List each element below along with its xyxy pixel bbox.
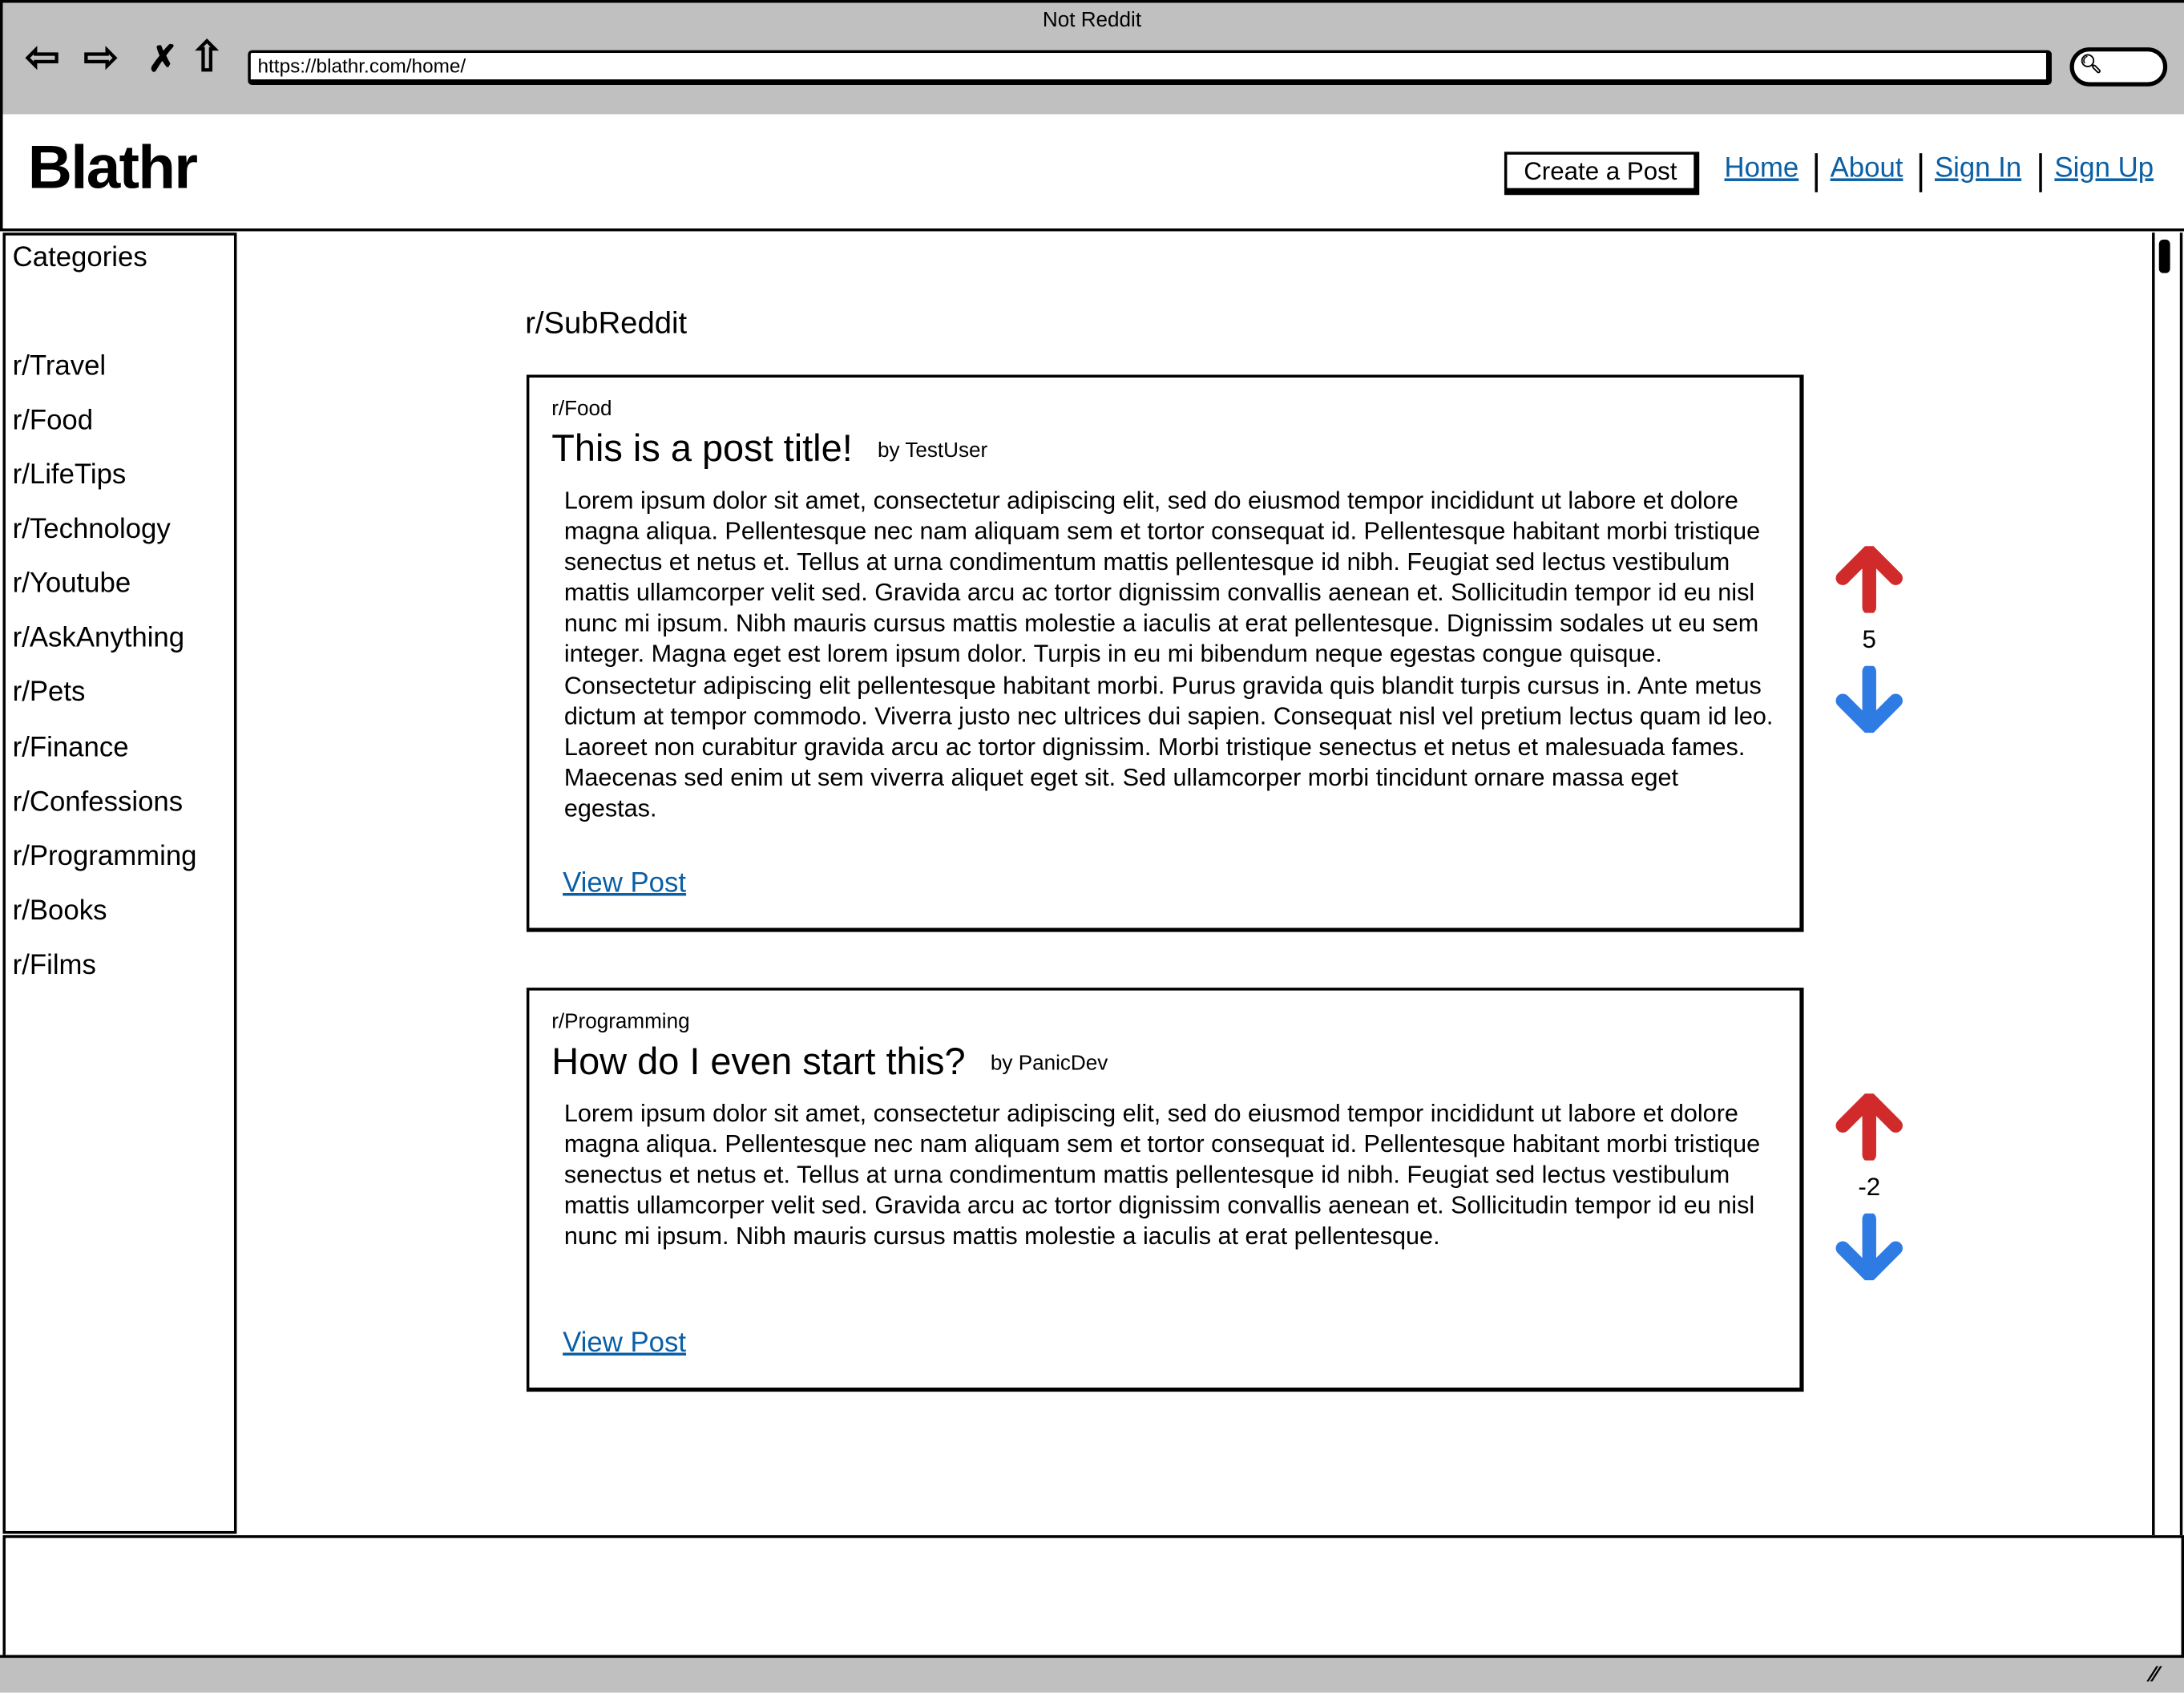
nav-divider bbox=[1815, 153, 1818, 192]
downvote-arrow-icon[interactable] bbox=[1835, 1213, 1904, 1281]
post-author: by PanicDev bbox=[990, 1052, 1108, 1077]
resize-grip-icon[interactable]: ⁄⁄ bbox=[2150, 1663, 2158, 1688]
site-logo[interactable]: Blathr bbox=[28, 134, 198, 204]
browser-status-bar bbox=[0, 1655, 2184, 1693]
close-x-icon[interactable]: ✗ bbox=[147, 36, 178, 81]
post-body: Lorem ipsum dolor sit amet, consectetur … bbox=[563, 1099, 1761, 1251]
back-arrow-icon[interactable]: ⇦ bbox=[25, 35, 60, 81]
sidebar-item-askanything[interactable]: r/AskAnything bbox=[13, 623, 184, 655]
post-card: r/Food This is a post title! by TestUser … bbox=[526, 374, 1804, 932]
sidebar-item-food[interactable]: r/Food bbox=[13, 406, 93, 438]
vote-score: -2 bbox=[1858, 1173, 1881, 1202]
downvote-arrow-icon[interactable] bbox=[1835, 665, 1904, 733]
sidebar-item-books[interactable]: r/Books bbox=[13, 895, 107, 927]
forward-arrow-icon[interactable]: ⇨ bbox=[83, 35, 119, 81]
view-post-link[interactable]: View Post bbox=[563, 868, 686, 900]
sidebar-item-films[interactable]: r/Films bbox=[13, 950, 96, 982]
post-body: Lorem ipsum dolor sit amet, consectetur … bbox=[563, 486, 1774, 822]
post-author: by TestUser bbox=[878, 439, 988, 463]
nav-divider bbox=[1919, 153, 1923, 192]
sidebar-item-programming[interactable]: r/Programming bbox=[13, 842, 197, 874]
scrollbar-thumb[interactable] bbox=[2158, 239, 2170, 273]
nav-divider bbox=[2039, 153, 2042, 192]
sidebar-item-confessions[interactable]: r/Confessions bbox=[13, 787, 184, 819]
sidebar-item-pets[interactable]: r/Pets bbox=[13, 677, 86, 709]
post-title[interactable]: This is a post title! bbox=[551, 428, 853, 470]
url-bar[interactable]: https://blathr.com/home/ bbox=[248, 50, 2052, 86]
nav-link-sign-up[interactable]: Sign Up bbox=[2054, 153, 2154, 185]
vote-widget: 5 bbox=[1833, 546, 1905, 733]
sidebar-item-finance[interactable]: r/Finance bbox=[13, 733, 129, 765]
page-footer bbox=[2, 1535, 2184, 1659]
search-button[interactable]: 🔍︎ bbox=[2069, 47, 2168, 87]
categories-title: Categories bbox=[12, 242, 147, 273]
vote-score: 5 bbox=[1862, 625, 1876, 654]
nav-link-sign-in[interactable]: Sign In bbox=[1935, 153, 2021, 185]
nav-link-about[interactable]: About bbox=[1831, 153, 1903, 185]
sidebar-item-travel[interactable]: r/Travel bbox=[13, 351, 107, 383]
post-subreddit[interactable]: r/Programming bbox=[551, 1010, 689, 1034]
vertical-scrollbar[interactable] bbox=[2152, 232, 2183, 1536]
window-title: Not Reddit bbox=[1042, 8, 1142, 32]
post-card: r/Programming How do I even start this? b… bbox=[526, 988, 1804, 1392]
upvote-arrow-icon[interactable] bbox=[1835, 1093, 1904, 1161]
nav-link-home[interactable]: Home bbox=[1725, 153, 1799, 185]
sidebar-item-technology[interactable]: r/Technology bbox=[13, 514, 171, 546]
sidebar-item-lifetips[interactable]: r/LifeTips bbox=[13, 460, 127, 492]
page-title: r/SubReddit bbox=[525, 305, 688, 341]
search-icon: 🔍︎ bbox=[2079, 53, 2103, 75]
home-icon[interactable]: ⇧ bbox=[189, 35, 224, 81]
post-title[interactable]: How do I even start this? bbox=[551, 1040, 965, 1082]
sidebar-item-youtube[interactable]: r/Youtube bbox=[13, 568, 131, 600]
create-post-button[interactable]: Create a Post bbox=[1504, 152, 1700, 196]
view-post-link[interactable]: View Post bbox=[563, 1327, 686, 1360]
vote-widget: -2 bbox=[1833, 1093, 1905, 1281]
upvote-arrow-icon[interactable] bbox=[1835, 546, 1904, 613]
post-subreddit[interactable]: r/Food bbox=[551, 397, 612, 421]
